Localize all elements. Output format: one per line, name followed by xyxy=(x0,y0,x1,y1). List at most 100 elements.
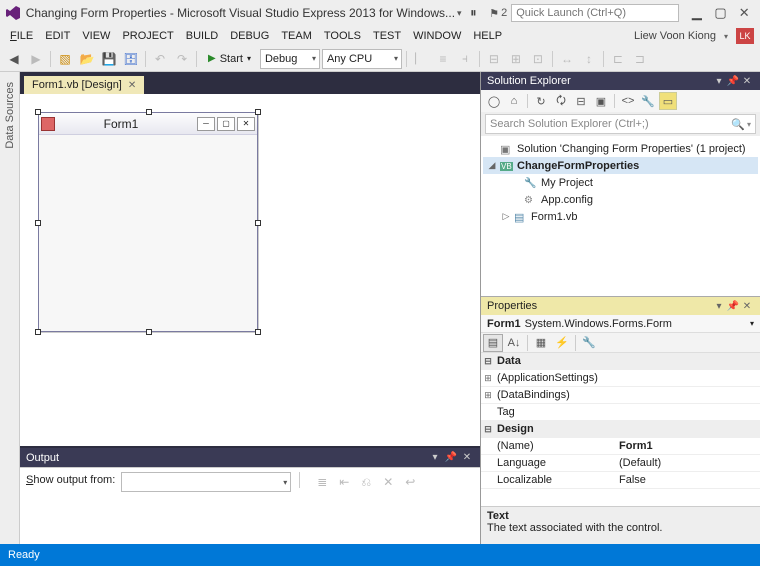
output-clear-button[interactable]: ✕ xyxy=(378,472,398,492)
tab-close-icon[interactable]: ✕ xyxy=(128,80,136,91)
align-btn-1[interactable]: ⎸ xyxy=(411,49,431,69)
menu-team[interactable]: TEAM xyxy=(277,28,316,44)
align-btn-8[interactable]: ↕ xyxy=(579,49,599,69)
se-properties-icon[interactable]: 🔧 xyxy=(639,92,657,110)
output-btn-3[interactable]: ⎌ xyxy=(356,472,376,492)
undo-button[interactable]: ↶ xyxy=(150,49,170,69)
prop-cat-design[interactable]: ⊟Design xyxy=(481,421,760,438)
se-pin-icon[interactable]: 📌 xyxy=(726,76,740,87)
se-code-icon[interactable]: <> xyxy=(619,92,637,110)
tree-project[interactable]: ◢ChangeFormProperties xyxy=(483,157,758,174)
open-button[interactable]: 📂 xyxy=(77,49,97,69)
props-alpha-button[interactable]: A↓ xyxy=(504,334,524,352)
se-collapse-icon[interactable]: ⊟ xyxy=(572,92,590,110)
resize-handle[interactable] xyxy=(35,329,41,335)
nav-back-button[interactable]: ◀ xyxy=(4,49,24,69)
props-events-button[interactable]: ⚡ xyxy=(552,334,572,352)
output-pin-icon[interactable]: 📌 xyxy=(444,451,458,465)
properties-object-combo[interactable]: Form1 System.Windows.Forms.Form ▾ xyxy=(481,315,760,333)
save-button[interactable]: 💾 xyxy=(99,49,119,69)
output-source-combo[interactable] xyxy=(121,472,291,492)
suspend-icon[interactable]: ⏸ xyxy=(462,3,486,23)
tree-solution[interactable]: Solution 'Changing Form Properties' (1 p… xyxy=(483,140,758,157)
menu-project[interactable]: PROJECT xyxy=(118,28,177,44)
new-project-button[interactable]: ▧ xyxy=(55,49,75,69)
prop-localizable[interactable]: LocalizableFalse xyxy=(481,472,760,489)
maximize-button[interactable]: ▢ xyxy=(709,3,733,23)
se-showall-icon[interactable]: ▣ xyxy=(592,92,610,110)
resize-handle[interactable] xyxy=(255,220,261,226)
menu-file[interactable]: FFILEILE xyxy=(6,28,37,44)
output-dropdown-icon[interactable]: ▾ xyxy=(428,451,442,465)
user-badge[interactable]: LK xyxy=(736,28,754,44)
align-btn-2[interactable]: ≡ xyxy=(433,49,453,69)
prop-databindings[interactable]: ⊞(DataBindings) xyxy=(481,387,760,404)
se-sync-icon[interactable]: ↻ xyxy=(532,92,550,110)
props-close-icon[interactable]: ✕ xyxy=(740,301,754,312)
menu-test[interactable]: TEST xyxy=(369,28,405,44)
prop-cat-data[interactable]: ⊟Data xyxy=(481,353,760,370)
menu-debug[interactable]: DEBUG xyxy=(226,28,273,44)
resize-handle[interactable] xyxy=(35,109,41,115)
align-btn-9[interactable]: ⊏ xyxy=(608,49,628,69)
tree-form1[interactable]: ▷Form1.vb xyxy=(483,208,758,225)
properties-grid[interactable]: ⊟Data ⊞(ApplicationSettings) ⊞(DataBindi… xyxy=(481,353,760,506)
align-btn-10[interactable]: ⊐ xyxy=(630,49,650,69)
resize-handle[interactable] xyxy=(255,329,261,335)
props-pin-icon[interactable]: 📌 xyxy=(726,301,740,312)
resize-handle[interactable] xyxy=(255,109,261,115)
data-sources-tab[interactable]: Data Sources xyxy=(4,78,16,153)
se-home-icon[interactable]: ⌂ xyxy=(505,92,523,110)
se-search-input[interactable]: Search Solution Explorer (Ctrl+;) 🔍 ▾ xyxy=(485,114,756,134)
minimize-button[interactable]: ▁ xyxy=(685,3,709,23)
quick-launch-input[interactable] xyxy=(511,4,679,22)
tree-myproject[interactable]: My Project xyxy=(483,174,758,191)
designer-surface[interactable]: Form1 ─ ▢ ✕ xyxy=(20,94,480,446)
se-drop-icon[interactable]: ▾ xyxy=(712,76,726,87)
menu-build[interactable]: BUILD xyxy=(182,28,222,44)
se-preview-icon[interactable]: ▭ xyxy=(659,92,677,110)
menu-window[interactable]: WINDOW xyxy=(409,28,465,44)
prop-appsettings[interactable]: ⊞(ApplicationSettings) xyxy=(481,370,760,387)
prop-name[interactable]: (Name)Form1 xyxy=(481,438,760,455)
redo-button[interactable]: ↷ xyxy=(172,49,192,69)
notifications-button[interactable]: ⚑ 2 xyxy=(485,7,511,20)
output-btn-2[interactable]: ⇤ xyxy=(334,472,354,492)
align-btn-6[interactable]: ⊡ xyxy=(528,49,548,69)
props-drop-icon[interactable]: ▾ xyxy=(712,301,726,312)
start-button[interactable]: ▶ Start ▾ xyxy=(201,49,258,69)
resize-handle[interactable] xyxy=(146,109,152,115)
user-dropdown-icon[interactable]: ▾ xyxy=(724,32,728,41)
align-btn-7[interactable]: ↔ xyxy=(557,49,577,69)
align-btn-4[interactable]: ⊟ xyxy=(484,49,504,69)
se-refresh-icon[interactable]: 🗘 xyxy=(552,92,570,110)
menu-tools[interactable]: TOOLS xyxy=(320,28,365,44)
form-preview[interactable]: Form1 ─ ▢ ✕ xyxy=(38,112,258,332)
document-tab[interactable]: Form1.vb [Design] ✕ xyxy=(24,76,144,94)
prop-tag[interactable]: Tag xyxy=(481,404,760,421)
platform-combo[interactable]: Any CPU xyxy=(322,49,402,69)
user-name[interactable]: Liew Voon Kiong xyxy=(634,30,716,42)
resize-handle[interactable] xyxy=(146,329,152,335)
align-btn-3[interactable]: ⫞ xyxy=(455,49,475,69)
tree-appconfig[interactable]: App.config xyxy=(483,191,758,208)
nav-fwd-button[interactable]: ▶ xyxy=(26,49,46,69)
menu-view[interactable]: VIEW xyxy=(78,28,114,44)
resize-handle[interactable] xyxy=(35,220,41,226)
output-close-icon[interactable]: ✕ xyxy=(460,451,474,465)
menu-help[interactable]: HELP xyxy=(469,28,506,44)
config-combo[interactable]: Debug xyxy=(260,49,320,69)
prop-language[interactable]: Language(Default) xyxy=(481,455,760,472)
se-close-icon[interactable]: ✕ xyxy=(740,76,754,87)
align-btn-5[interactable]: ⊞ xyxy=(506,49,526,69)
solution-tree[interactable]: Solution 'Changing Form Properties' (1 p… xyxy=(481,136,760,296)
close-button[interactable]: ✕ xyxy=(732,3,756,23)
se-back-icon[interactable]: ◯ xyxy=(485,92,503,110)
save-all-button[interactable]: 🗄 xyxy=(121,49,141,69)
props-categorized-button[interactable]: ▤ xyxy=(483,334,503,352)
menu-edit[interactable]: EDIT xyxy=(41,28,74,44)
props-pages-button[interactable]: 🔧 xyxy=(579,334,599,352)
output-wrap-button[interactable]: ↩ xyxy=(400,472,420,492)
props-props-button[interactable]: ▦ xyxy=(531,334,551,352)
output-btn-1[interactable]: ≣ xyxy=(312,472,332,492)
